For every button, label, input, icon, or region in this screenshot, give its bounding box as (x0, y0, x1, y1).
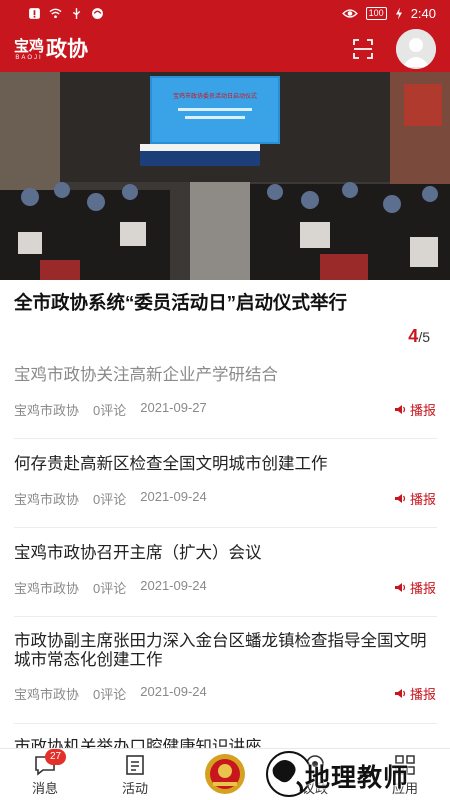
usb-icon (72, 7, 81, 19)
bottom-tab-bar: 消息 27 活动 议政 应用 (0, 748, 450, 800)
banner-total: /5 (418, 329, 430, 345)
list-icon (126, 755, 144, 775)
speaker-icon (394, 405, 406, 414)
banner-carousel[interactable]: 宝鸡市政协委员活动日启动仪式 (0, 72, 450, 280)
status-bar: 100 2:40 (0, 0, 450, 26)
broadcast-label: 播报 (409, 687, 436, 702)
news-source: 宝鸡市政协 (14, 492, 80, 507)
news-title: 宝鸡市政协召开主席（扩大）会议 (14, 544, 262, 562)
logo-pinyin-text: BAOJI (15, 55, 43, 61)
battery-indicator: 100 (365, 6, 387, 20)
app-header: 宝鸡 BAOJI 政协 (0, 26, 450, 72)
news-item[interactable]: 宝鸡市政协关注高新企业产学研结合 宝鸡市政协 0评论 2021-09-27 (14, 350, 437, 439)
banner-current-index: 4 (408, 326, 419, 346)
eye-icon (341, 8, 358, 18)
news-title: 市政协副主席张田力深入金台区蟠龙镇检查指导全国文明城市常态化创建工作 (14, 632, 427, 669)
speaker-icon (394, 689, 406, 698)
banner-page-indicator: 4/5 (408, 326, 430, 347)
tab-apps[interactable]: 应用 (375, 749, 435, 800)
grid-icon (395, 755, 415, 775)
banner-photo: 宝鸡市政协委员活动日启动仪式 (0, 72, 450, 280)
news-comments: 0评论 (93, 687, 127, 702)
news-item[interactable]: 何存贵赴高新区检查全国文明城市创建工作 宝鸡市政协 0评论 2021-09-24 (14, 439, 437, 528)
tab-messages[interactable]: 消息 27 (15, 749, 75, 800)
tab-label: 消息 (31, 781, 58, 796)
scan-icon[interactable] (352, 38, 374, 60)
tab-politics[interactable]: 议政 (285, 749, 345, 800)
news-item[interactable]: 宝鸡市政协召开主席（扩大）会议 宝鸡市政协 0评论 2021-09-24 (14, 528, 437, 617)
broadcast-label: 播报 (409, 492, 436, 507)
broadcast-button[interactable]: 播报 (394, 684, 436, 703)
user-avatar[interactable] (396, 29, 436, 69)
broadcast-button[interactable]: 播报 (394, 400, 436, 419)
tab-label: 活动 (121, 781, 148, 796)
news-source: 宝鸡市政协 (14, 687, 80, 702)
status-time: 2:40 (410, 5, 436, 21)
tab-label: 议政 (301, 781, 328, 796)
broadcast-label: 播报 (409, 403, 436, 418)
discussion-icon (306, 755, 324, 773)
cppcc-emblem-icon (205, 754, 245, 794)
news-title: 宝鸡市政协关注高新企业产学研结合 (14, 366, 278, 384)
tab-home-emblem[interactable] (198, 749, 252, 800)
banner-screen-text: 宝鸡市政协委员活动日启动仪式 (173, 92, 257, 100)
broadcast-label: 播报 (409, 581, 436, 596)
logo-city-text: 宝鸡 (14, 37, 45, 55)
unread-badge: 27 (45, 749, 67, 765)
app-notification-icon (92, 7, 103, 19)
news-title: 何存贵赴高新区检查全国文明城市创建工作 (14, 455, 328, 473)
news-comments: 0评论 (93, 581, 127, 596)
banner-headline: 全市政协系统“委员活动日”启动仪式举行 (14, 292, 348, 313)
wifi-icon (49, 8, 62, 18)
news-date: 2021-09-24 (140, 578, 207, 593)
news-source: 宝鸡市政协 (14, 581, 80, 596)
alert-icon (29, 7, 40, 19)
charging-icon (395, 7, 402, 19)
logo-title-text: 政协 (46, 36, 89, 61)
news-date: 2021-09-24 (140, 489, 207, 504)
banner-caption[interactable]: 全市政协系统“委员活动日”启动仪式举行 4/5 (0, 280, 450, 350)
news-comments: 0评论 (93, 492, 127, 507)
app-logo: 宝鸡 BAOJI 政协 (14, 36, 88, 62)
tab-label: 应用 (391, 781, 418, 796)
broadcast-button[interactable]: 播报 (394, 489, 436, 508)
news-source: 宝鸡市政协 (14, 403, 80, 418)
broadcast-button[interactable]: 播报 (394, 578, 436, 597)
news-item[interactable]: 市政协副主席张田力深入金台区蟠龙镇检查指导全国文明城市常态化创建工作 宝鸡市政协… (14, 617, 437, 724)
speaker-icon (394, 494, 406, 503)
tab-activities[interactable]: 活动 (105, 749, 165, 800)
news-date: 2021-09-24 (140, 684, 207, 699)
news-comments: 0评论 (93, 403, 127, 418)
news-date: 2021-09-27 (140, 400, 207, 415)
user-icon (396, 29, 436, 69)
speaker-icon (394, 583, 406, 592)
